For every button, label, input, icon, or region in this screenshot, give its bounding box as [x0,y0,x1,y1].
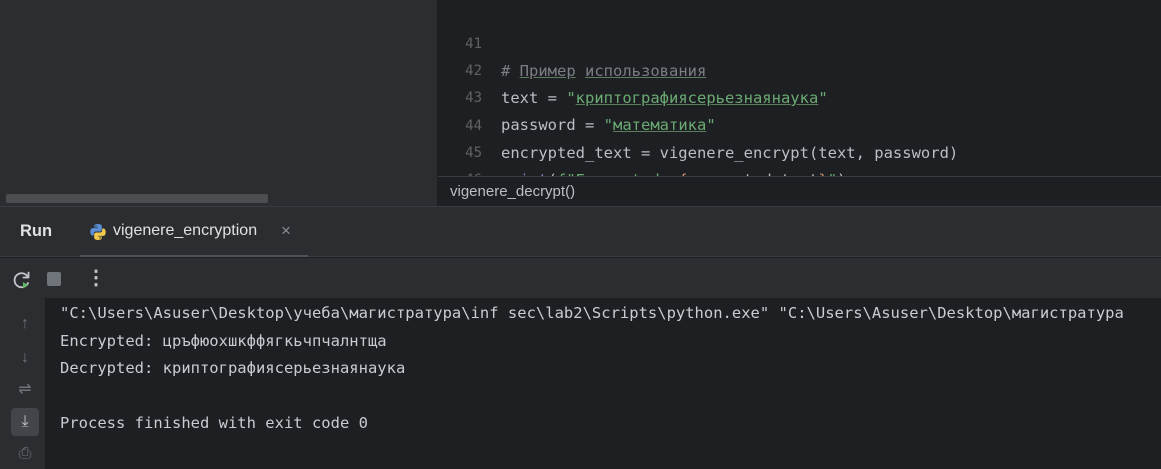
project-panel [0,0,437,206]
console-line: Process finished with exit code 0 [60,414,368,432]
tab-label: vigenere_encryption [113,222,258,239]
breadcrumb: vigenere_decrypt() [438,176,1161,206]
soft-wrap-icon[interactable]: ⇌ [11,376,39,404]
run-panel-header: Run vigenere_encryption × [0,207,1161,257]
rerun-icon[interactable] [11,269,33,291]
console-side-toolbar: ↑ ↓ ⇌ ⤓ ⎙ [0,298,45,469]
code-line: 41 # Пример использования [438,4,1161,80]
code-line: 43 password = "математика" [438,58,1161,134]
active-tab-indicator [80,255,308,257]
arrow-up-icon[interactable]: ↑ [11,310,39,338]
tab-vigenere-encryption[interactable]: vigenere_encryption × [80,207,308,257]
breadcrumb-item[interactable]: vigenere_decrypt() [450,183,575,200]
arrow-down-icon[interactable]: ↓ [11,344,39,372]
run-panel-title: Run [20,222,53,240]
close-icon[interactable]: × [281,221,291,241]
console-output[interactable]: "C:\Users\Asuser\Desktop\учеба\магистрат… [45,298,1161,469]
console-line: "C:\Users\Asuser\Desktop\учеба\магистрат… [60,304,1124,322]
print-icon[interactable]: ⎙ [11,440,39,468]
python-icon [90,224,106,240]
code-line: 44 encrypted_text = vigenere_encrypt(tex… [438,86,1161,162]
code-text[interactable]: print(f"Encrypted: {encrypted_text}") [501,167,846,176]
line-number: 46 [438,167,482,176]
code-line: 46 print(f"Decrypted: {vigenere_decrypt(… [438,140,1161,176]
more-options-icon[interactable]: ⋮ [86,265,106,290]
console-line: Decrypted: криптографиясерьезнаянаука [60,359,406,377]
console-line: Encrypted: цръфюохшкффягкьчпчалнтща [60,332,387,350]
run-toolbar: ⋮ [0,258,1161,298]
scrollbar-thumb[interactable] [6,194,268,203]
code-editor[interactable]: 41 # Пример использования 42 text = "кри… [438,0,1161,176]
code-line: 45 print(f"Encrypted: {encrypted_text}") [438,113,1161,176]
stop-icon[interactable] [47,272,61,286]
scroll-to-end-icon[interactable]: ⤓ [11,408,39,436]
code-line: 42 text = "криптографиясерьезнаянаука" [438,31,1161,107]
horizontal-scrollbar[interactable] [0,191,437,205]
